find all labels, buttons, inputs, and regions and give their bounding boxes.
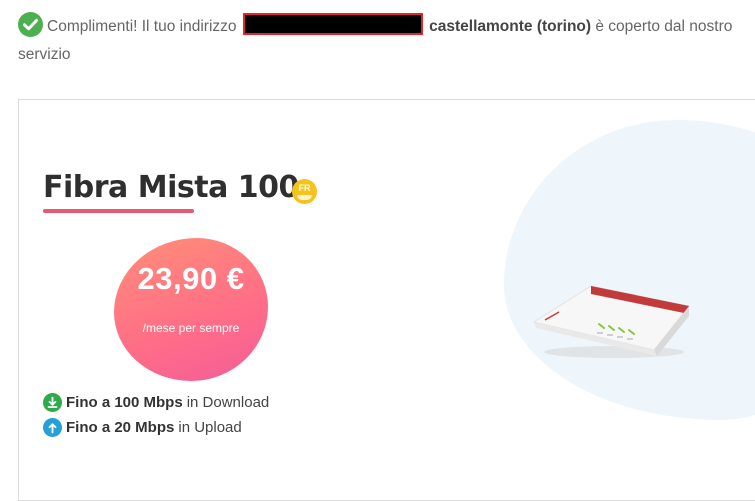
feature-download-text: in Download bbox=[186, 394, 270, 411]
feature-upload-speed: Fino a 20 Mbps bbox=[66, 419, 175, 436]
fr-badge-icon: FR bbox=[292, 179, 317, 204]
feature-upload-text: in Upload bbox=[178, 419, 242, 436]
title-underline bbox=[43, 209, 194, 213]
upload-icon bbox=[43, 418, 62, 437]
check-icon bbox=[18, 12, 43, 37]
feature-download-speed: Fino a 100 Mbps bbox=[66, 394, 183, 411]
router-image bbox=[532, 285, 690, 358]
price-period: /mese per sempre bbox=[142, 321, 240, 335]
notice-location: castellamonte (torino) bbox=[429, 18, 592, 35]
redacted-address bbox=[242, 13, 423, 35]
feature-upload: Fino a 20 Mbps in Upload bbox=[43, 418, 242, 437]
download-icon bbox=[43, 393, 62, 412]
notice-prefix: Complimenti! Il tuo indirizzo bbox=[47, 18, 237, 35]
feature-download: Fino a 100 Mbps in Download bbox=[43, 393, 269, 412]
background-blob bbox=[504, 120, 755, 420]
offer-title: Fibra Mista 100 bbox=[43, 170, 299, 205]
offer-card: Fibra Mista 100 FR 23,90 € /mese per sem… bbox=[18, 99, 755, 501]
fr-badge-label: FR bbox=[298, 183, 311, 193]
coverage-notice: Complimenti! Il tuo indirizzo castellamo… bbox=[18, 12, 748, 69]
price-value: 23,90 € bbox=[137, 261, 245, 296]
price-bubble: 23,90 € /mese per sempre bbox=[114, 238, 268, 381]
